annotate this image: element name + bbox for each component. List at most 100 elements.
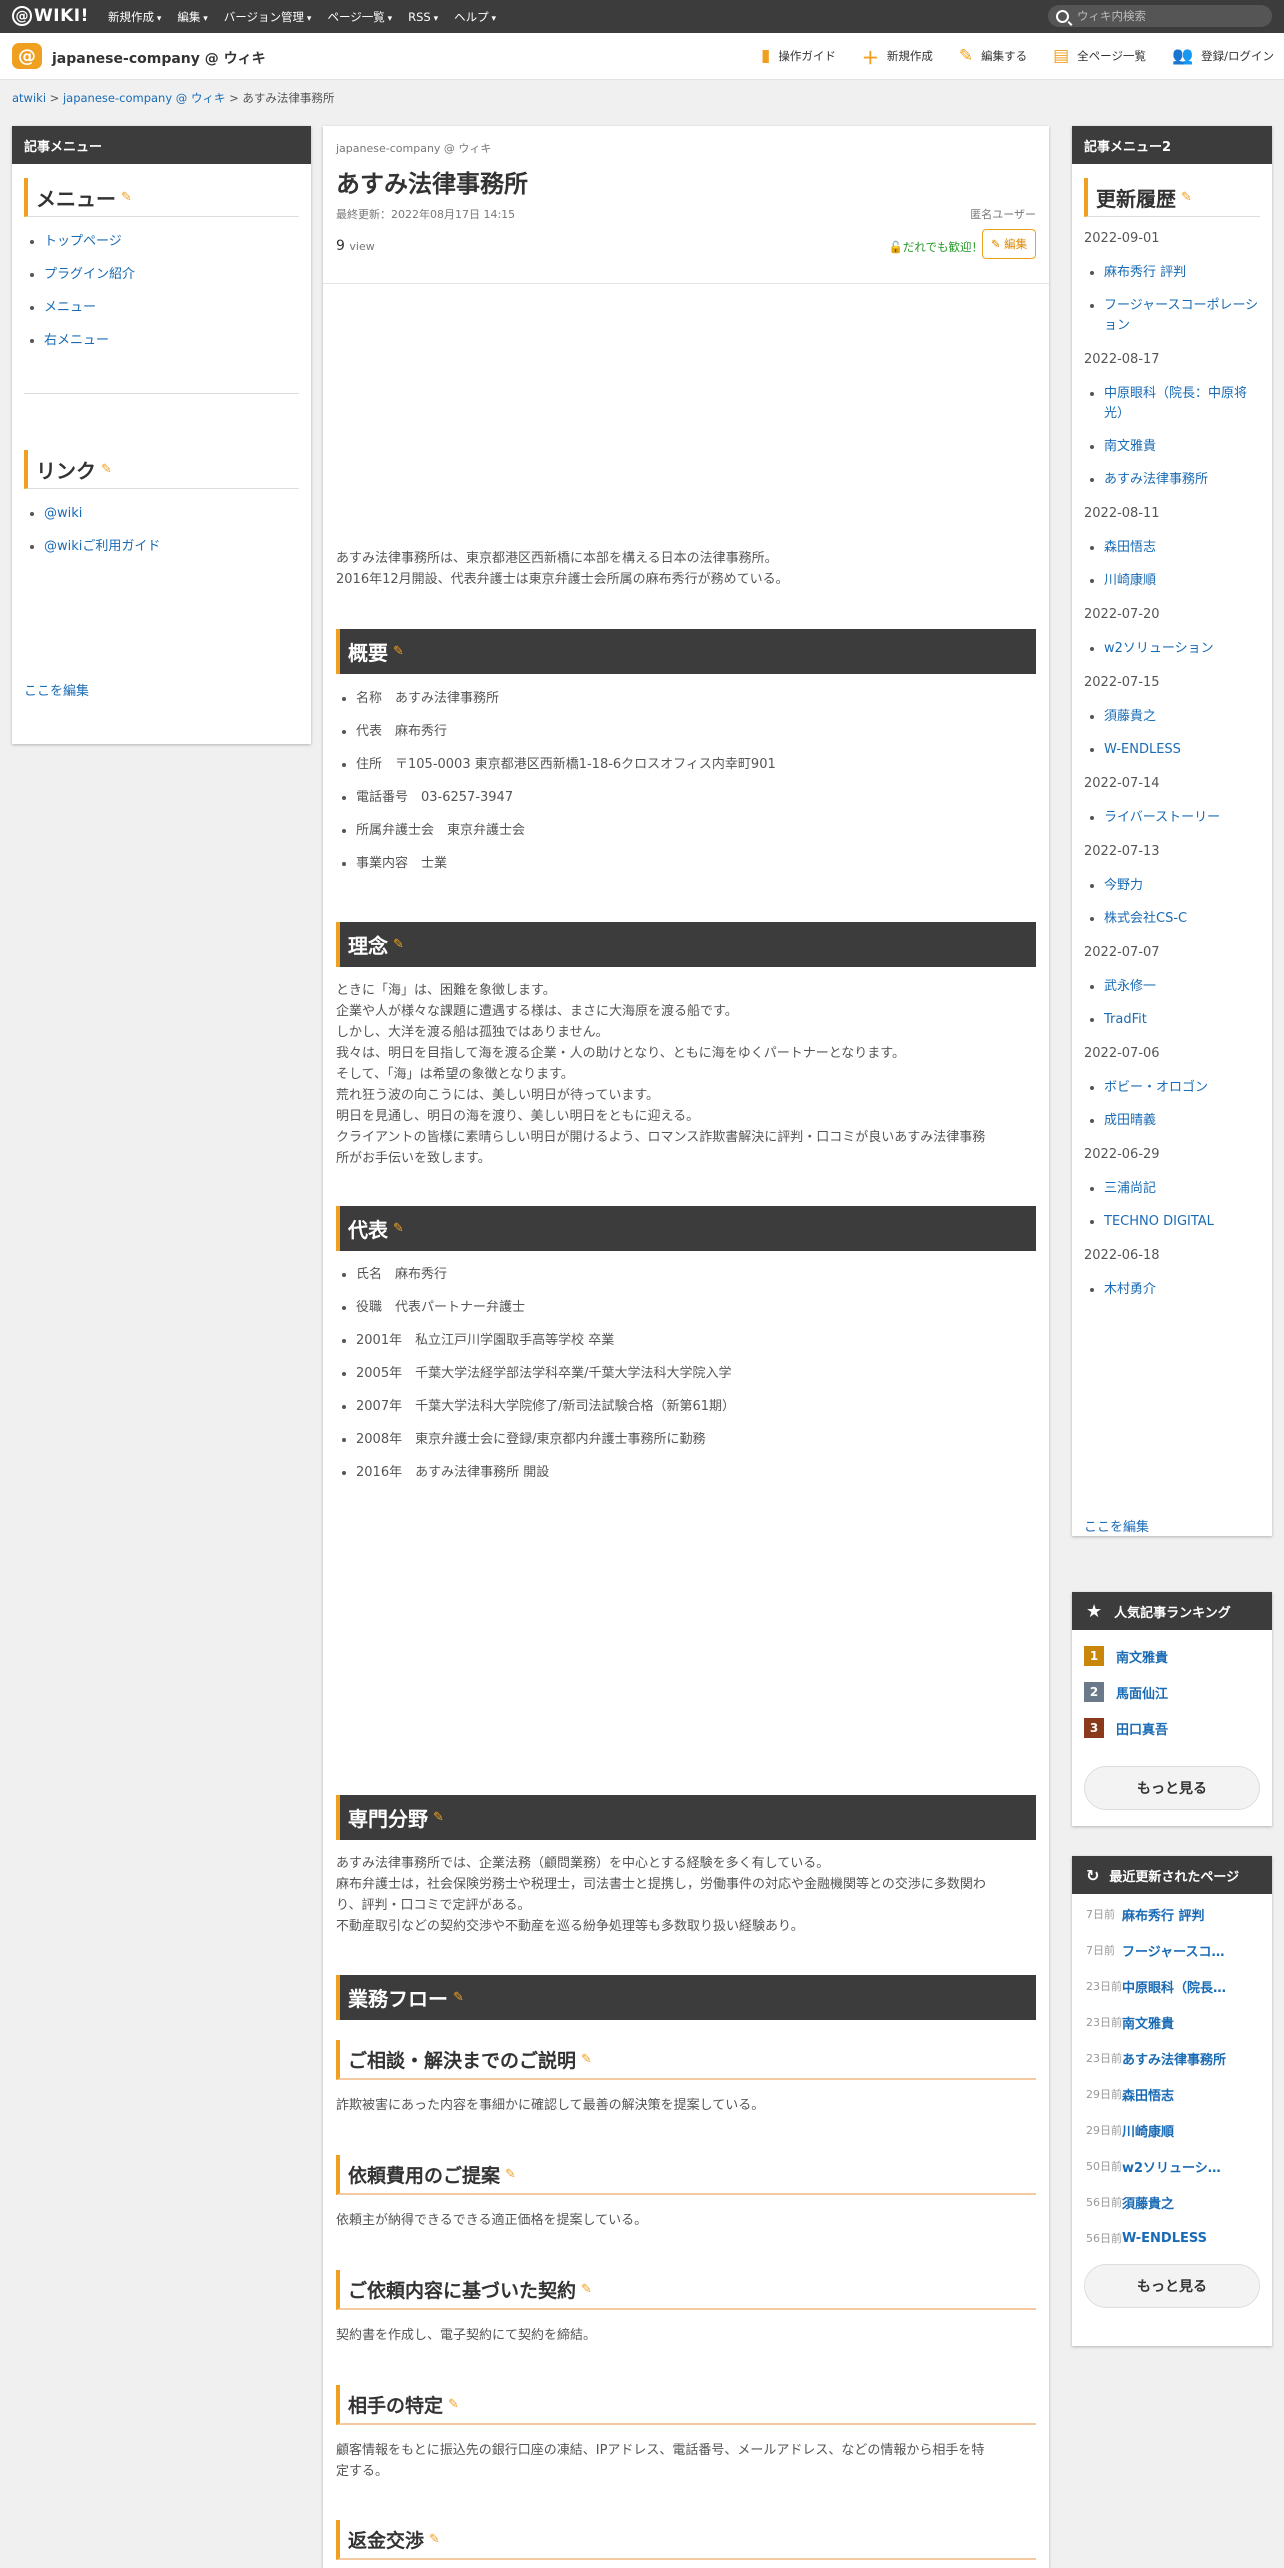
- menu-new[interactable]: 新規作成: [108, 9, 161, 25]
- recent-page-link[interactable]: w2ソリューシ…: [1122, 2157, 1242, 2176]
- text-line: り、評判・口コミで定評がある。: [336, 1898, 531, 1913]
- recent-page-link[interactable]: 中原眼科（院長…: [1122, 1977, 1242, 1996]
- list-item: 名称 あすみ法律事務所: [356, 682, 776, 715]
- pencil-icon[interactable]: ✎: [121, 190, 132, 205]
- pencil-icon[interactable]: ✎: [453, 1990, 464, 2005]
- section-flow: 業務フロー ✎: [336, 1975, 1036, 2020]
- history-item[interactable]: 森田悟志: [1104, 538, 1260, 558]
- pencil-icon[interactable]: ✎: [448, 2397, 459, 2412]
- ranking-item[interactable]: 1 南文雅貴: [1072, 1638, 1272, 1674]
- pencil-icon[interactable]: ✎: [393, 937, 404, 952]
- recent-ago: 23日前: [1086, 2016, 1122, 2029]
- history-item[interactable]: 須藤貴之: [1104, 707, 1260, 727]
- search-input[interactable]: ウィキ内検索: [1048, 5, 1272, 27]
- view-number: 9: [336, 238, 345, 254]
- recent-page-link[interactable]: 須藤貴之: [1122, 2193, 1242, 2212]
- history-item[interactable]: TECHNO DIGITAL: [1104, 1212, 1260, 1232]
- all-pages-button[interactable]: ▤ 全ページ一覧: [1053, 46, 1146, 66]
- edit-button[interactable]: ✎ 編集する: [959, 46, 1027, 66]
- recent-page-link[interactable]: 麻布秀行 評判: [1122, 1905, 1242, 1924]
- search-placeholder: ウィキ内検索: [1077, 9, 1146, 23]
- menu-rss[interactable]: RSS: [408, 10, 438, 24]
- history-item[interactable]: 麻布秀行 評判: [1104, 263, 1260, 283]
- history-item[interactable]: 南文雅貴: [1104, 437, 1260, 457]
- recent-page-link[interactable]: 南文雅貴: [1122, 2013, 1242, 2032]
- login-button[interactable]: 👥 登録/ログイン: [1172, 46, 1274, 66]
- article-edit-button[interactable]: ✎ 編集: [982, 229, 1036, 259]
- history-item[interactable]: w2ソリューション: [1104, 639, 1260, 659]
- at-icon: @: [12, 6, 32, 26]
- ranking-more-button[interactable]: もっと見る: [1084, 1766, 1260, 1810]
- recent-page-link[interactable]: フージャースコ…: [1122, 1941, 1242, 1960]
- wiki-logo-icon[interactable]: @: [12, 43, 42, 69]
- new-page-button[interactable]: ＋ 新規作成: [862, 44, 933, 69]
- ranking-item[interactable]: 2 馬面仙江: [1072, 1674, 1272, 1710]
- article: japanese-company @ ウィキ あすみ法律事務所 最終更新：202…: [323, 126, 1049, 2568]
- recent-page-link[interactable]: W-ENDLESS: [1122, 2231, 1242, 2246]
- wiki-header: @ japanese-company @ ウィキ ▮ 操作ガイド ＋ 新規作成 ✎ 編…: [0, 33, 1284, 80]
- recent-item[interactable]: 23日前 あすみ法律事務所: [1072, 2040, 1272, 2076]
- crumb-atwiki[interactable]: atwiki: [12, 91, 46, 105]
- recent-item[interactable]: 50日前 w2ソリューシ…: [1072, 2148, 1272, 2184]
- history-item[interactable]: フージャースコーポレーション: [1104, 296, 1260, 336]
- edit-here-link[interactable]: ここを編集: [1084, 1516, 1149, 1535]
- history-item[interactable]: あすみ法律事務所: [1104, 470, 1260, 490]
- menu-item-top[interactable]: トップページ: [44, 225, 311, 258]
- recent-page-link[interactable]: 森田悟志: [1122, 2085, 1242, 2104]
- history-item[interactable]: ボビー・オロゴン: [1104, 1078, 1260, 1098]
- history-item[interactable]: 今野力: [1104, 876, 1260, 896]
- recent-ago: 7日前: [1086, 1908, 1115, 1921]
- pencil-icon[interactable]: ✎: [429, 2532, 440, 2547]
- recent-item[interactable]: 56日前 W-ENDLESS: [1072, 2220, 1272, 2256]
- recent-page-link[interactable]: あすみ法律事務所: [1122, 2049, 1242, 2068]
- recent-item[interactable]: 29日前 森田悟志: [1072, 2076, 1272, 2112]
- menu-version[interactable]: バージョン管理: [224, 9, 312, 25]
- history-item[interactable]: TradFit: [1104, 1010, 1260, 1030]
- pencil-icon[interactable]: ✎: [393, 1221, 404, 1236]
- history-item[interactable]: ライバーストーリー: [1104, 808, 1260, 828]
- recent-item[interactable]: 23日前 南文雅貴: [1072, 2004, 1272, 2040]
- menu-help[interactable]: ヘルプ: [454, 9, 496, 25]
- pencil-icon[interactable]: ✎: [433, 1810, 444, 1825]
- recent-item[interactable]: 7日前 フージャースコ…: [1072, 1932, 1272, 1968]
- menu-item-rightmenu[interactable]: 右メニュー: [44, 324, 311, 357]
- pencil-icon[interactable]: ✎: [101, 462, 112, 477]
- edit-here-link[interactable]: ここを編集: [24, 680, 89, 699]
- history-item[interactable]: 中原眼科（院長：中原将光）: [1104, 384, 1260, 424]
- recent-ago: 23日前: [1086, 2052, 1122, 2065]
- author: 匿名ユーザー: [970, 208, 1036, 221]
- recent-title: 最近更新されたページ: [1109, 1869, 1240, 1885]
- crumb-wiki[interactable]: japanese-company @ ウィキ: [63, 91, 225, 105]
- menu-pages[interactable]: ページ一覧: [327, 9, 392, 25]
- history-item[interactable]: 成田晴義: [1104, 1111, 1260, 1131]
- recent-item[interactable]: 7日前 麻布秀行 評判: [1072, 1896, 1272, 1932]
- recent-item[interactable]: 56日前 須藤貴之: [1072, 2184, 1272, 2220]
- history-item[interactable]: W-ENDLESS: [1104, 740, 1260, 760]
- menu-item-menu[interactable]: メニュー: [44, 291, 311, 324]
- history-item[interactable]: 武永修一: [1104, 977, 1260, 997]
- link-atwiki[interactable]: @wiki: [44, 497, 311, 530]
- history-item[interactable]: 三浦尚記: [1104, 1179, 1260, 1199]
- ranking-item[interactable]: 3 田口真吾: [1072, 1710, 1272, 1746]
- menu-item-plugin[interactable]: プラグイン紹介: [44, 258, 311, 291]
- text-line: 定する。: [336, 2464, 389, 2479]
- pencil-icon[interactable]: ✎: [505, 2167, 516, 2182]
- menu-edit[interactable]: 編集: [177, 9, 207, 25]
- wiki-name[interactable]: japanese-company @ ウィキ: [52, 48, 266, 68]
- pencil-icon[interactable]: ✎: [581, 2282, 592, 2297]
- recent-more-button[interactable]: もっと見る: [1084, 2264, 1260, 2308]
- recent-item[interactable]: 29日前 川崎康順: [1072, 2112, 1272, 2148]
- pencil-icon[interactable]: ✎: [581, 2052, 592, 2067]
- history-item[interactable]: 川崎康順: [1104, 571, 1260, 591]
- pencil-icon[interactable]: ✎: [393, 644, 404, 659]
- atwiki-logo[interactable]: @ WIKI!: [12, 5, 89, 27]
- recent-page-link[interactable]: 川崎康順: [1122, 2121, 1242, 2140]
- recent-item[interactable]: 23日前 中原眼科（院長…: [1072, 1968, 1272, 2004]
- history-item[interactable]: 株式会社CS-C: [1104, 909, 1260, 929]
- history-item[interactable]: 木村勇介: [1104, 1280, 1260, 1300]
- guide-button[interactable]: ▮ 操作ガイド: [761, 46, 836, 66]
- crumb-current: あすみ法律事務所: [242, 91, 335, 105]
- pencil-icon[interactable]: ✎: [1181, 190, 1192, 205]
- link-guide[interactable]: @wikiご利用ガイド: [44, 530, 311, 563]
- recent-ago: 29日前: [1086, 2124, 1122, 2137]
